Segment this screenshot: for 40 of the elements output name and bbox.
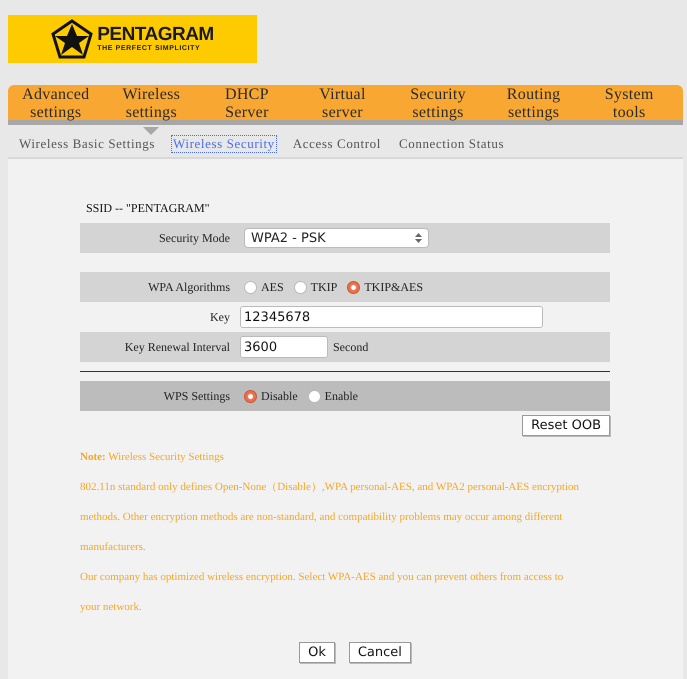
radio-option[interactable]: Enable xyxy=(308,388,358,404)
sub-tab[interactable]: Wireless Security xyxy=(172,136,276,152)
note-text: Our company has optimized wireless encryption. Select WPA-AES and you can prevent others from access to your network. xyxy=(80,570,564,615)
field-label: WPS Settings xyxy=(162,388,230,404)
note-text: Note: Wireless Security Settings xyxy=(80,450,225,465)
radio-option[interactable]: AES xyxy=(244,280,284,294)
logo-star-icon xyxy=(51,19,94,59)
radio-option[interactable]: Disable xyxy=(244,388,298,404)
ssid-text: SSID -- "PENTAGRAM" xyxy=(86,201,211,216)
radio-option[interactable]: TKIP&AES xyxy=(347,280,424,294)
radio-icon[interactable] xyxy=(244,280,257,294)
radio-icon[interactable] xyxy=(347,280,360,294)
nav-tab[interactable]: Wireless settings xyxy=(104,85,200,122)
stepper-arrows-icon xyxy=(415,233,422,243)
sub-tab[interactable]: Access Control xyxy=(292,136,382,152)
nav-tab[interactable]: Advanced settings xyxy=(8,85,104,122)
radio-option[interactable]: TKIP xyxy=(294,280,338,294)
radio-icon[interactable] xyxy=(308,390,321,402)
input-field[interactable]: 12345678 xyxy=(240,306,543,328)
nav-tab[interactable]: Security settings xyxy=(390,85,486,122)
reset-button[interactable]: Reset OOB xyxy=(522,415,610,436)
field-label: Key xyxy=(209,310,230,324)
security-mode-select[interactable]: WPA2 - PSK xyxy=(244,228,429,248)
nav-tab[interactable]: Routing settings xyxy=(486,85,582,122)
radio-icon[interactable] xyxy=(294,280,307,294)
nav-tab[interactable]: System tools xyxy=(581,85,677,122)
cancel-button[interactable]: Cancel xyxy=(348,642,411,663)
sub-tab[interactable]: Wireless Basic Settings xyxy=(18,136,156,152)
note-text: 802.11n standard only defines Open-None（Disable）,WPA personal-AES, and WPA2 personal-AES encryption methods. Other encryption methods are non-standard, and compatibility problems may occur among different manufacturers. xyxy=(80,480,580,555)
field-label: WPA Algorithms xyxy=(147,280,230,294)
unit-label: Second xyxy=(333,340,368,354)
nav-tab[interactable]: Virtual server xyxy=(294,85,390,122)
input-field[interactable]: 3600 xyxy=(240,336,328,358)
logo-name: PENTAGRAM xyxy=(97,25,214,44)
radio-icon[interactable] xyxy=(244,390,257,402)
field-label: Key Renewal Interval xyxy=(124,340,230,354)
sub-tab[interactable]: Connection Status xyxy=(398,136,506,152)
field-label: Security Mode xyxy=(158,230,230,246)
nav-tab[interactable]: DHCP Server xyxy=(199,85,295,122)
ok-button[interactable]: Ok xyxy=(299,642,335,663)
